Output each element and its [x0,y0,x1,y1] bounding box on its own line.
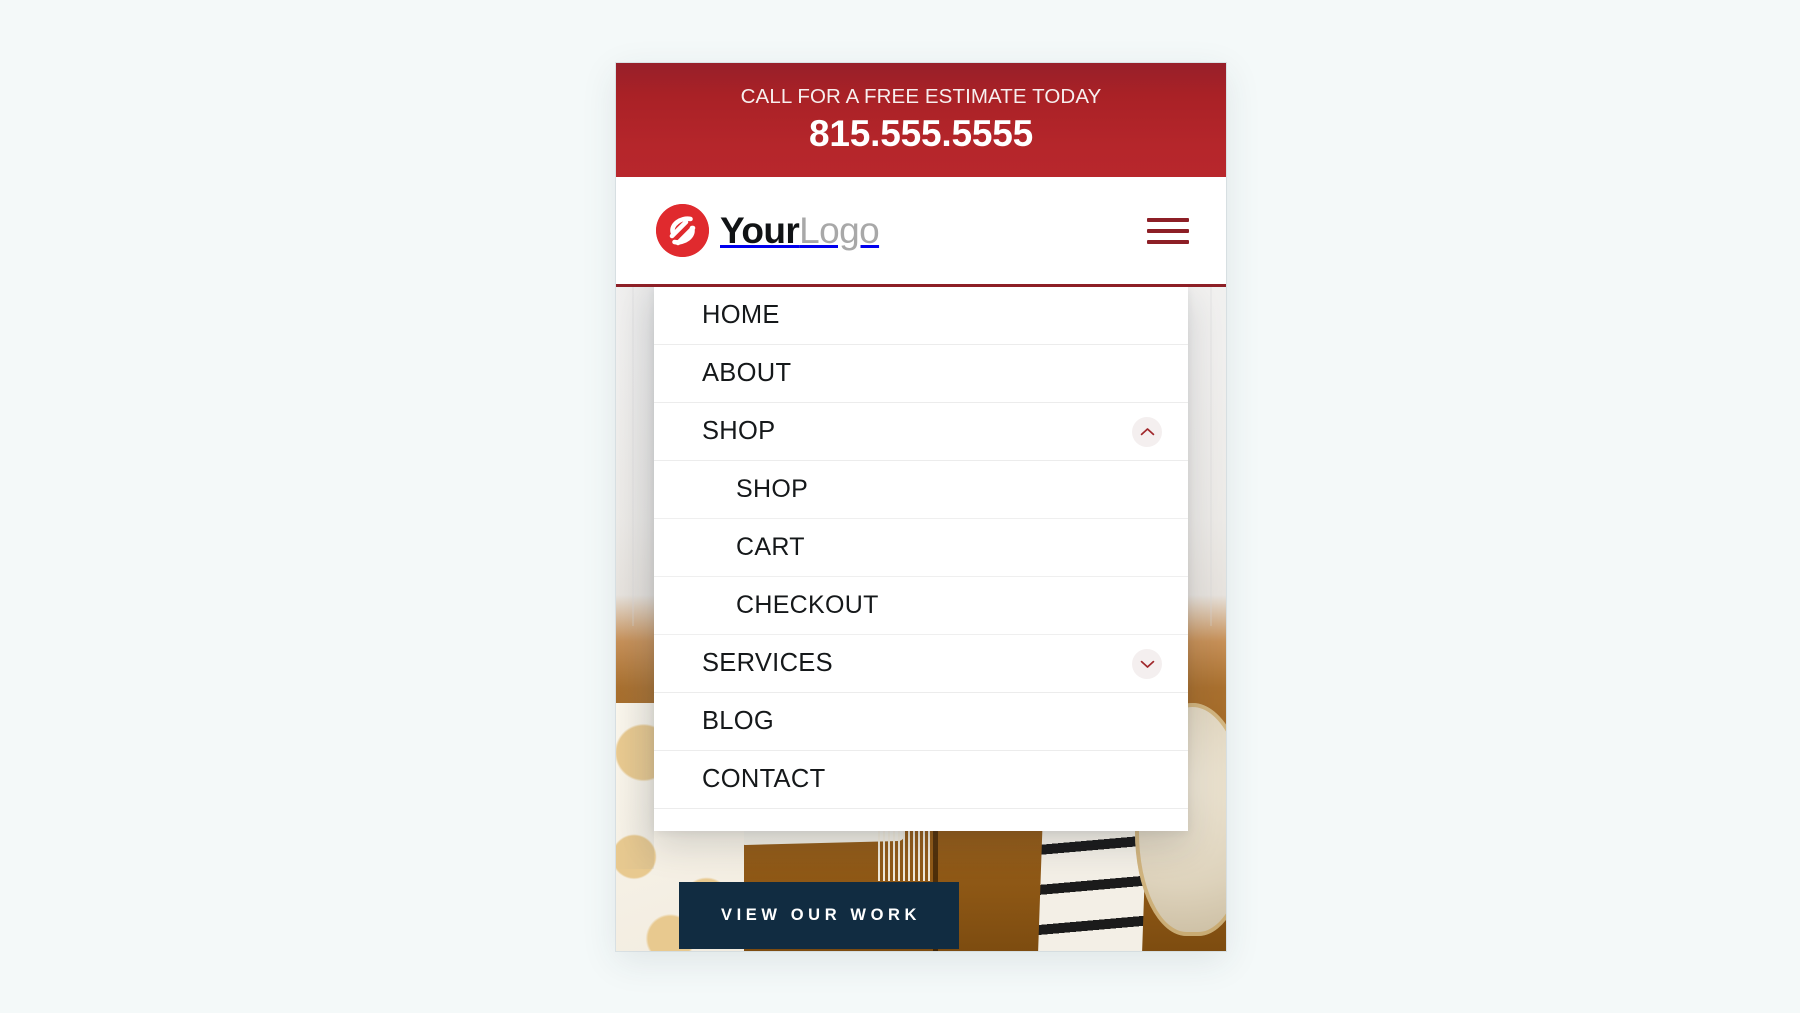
nav-item-contact[interactable]: CONTACT [654,751,1188,809]
nav-item-services[interactable]: SERVICES [654,635,1188,693]
nav-label: SHOP [702,417,776,446]
nav-subitem-cart[interactable]: CART [654,519,1188,577]
nav-label: SERVICES [702,649,833,678]
logo-text-primary: Your [720,210,800,251]
nav-item-blog[interactable]: BLOG [654,693,1188,751]
nav-label: ABOUT [702,359,792,388]
nav-label: HOME [702,301,780,330]
swirl-logo-mark-icon [656,204,709,257]
logo-text-secondary: Logo [799,210,880,251]
nav-label: CART [736,532,805,561]
chevron-up-icon[interactable] [1132,416,1162,447]
site-header: YourLogo [616,177,1226,287]
nav-item-home[interactable]: HOME [654,287,1188,345]
hamburger-icon[interactable] [1146,214,1190,248]
nav-label: CHECKOUT [736,590,879,619]
view-our-work-button[interactable]: VIEW OUR WORK [679,882,960,949]
phone-number-link[interactable]: 815.555.5555 [809,114,1033,154]
mobile-viewport: CALL FOR A FREE ESTIMATE TODAY 815.555.5… [616,63,1226,951]
hamburger-bar-3 [1147,239,1189,244]
hamburger-bar-1 [1147,217,1189,222]
nav-subitem-shop[interactable]: SHOP [654,461,1188,519]
nav-label: CONTACT [702,765,826,794]
nav-subitem-checkout[interactable]: CHECKOUT [654,577,1188,635]
mobile-nav-panel: HOME ABOUT SHOP SHOP CART CHECKOUT SERVI… [654,287,1188,831]
nav-item-shop[interactable]: SHOP [654,403,1188,461]
nav-label: SHOP [736,474,809,503]
site-logo[interactable]: YourLogo [656,204,880,257]
nav-label: BLOG [702,707,775,736]
chevron-down-icon[interactable] [1132,648,1162,679]
call-banner: CALL FOR A FREE ESTIMATE TODAY 815.555.5… [616,63,1226,177]
hamburger-bar-2 [1147,228,1189,233]
logo-wordmark: YourLogo [720,210,880,251]
nav-item-about[interactable]: ABOUT [654,345,1188,403]
call-banner-headline: CALL FOR A FREE ESTIMATE TODAY [740,84,1102,108]
